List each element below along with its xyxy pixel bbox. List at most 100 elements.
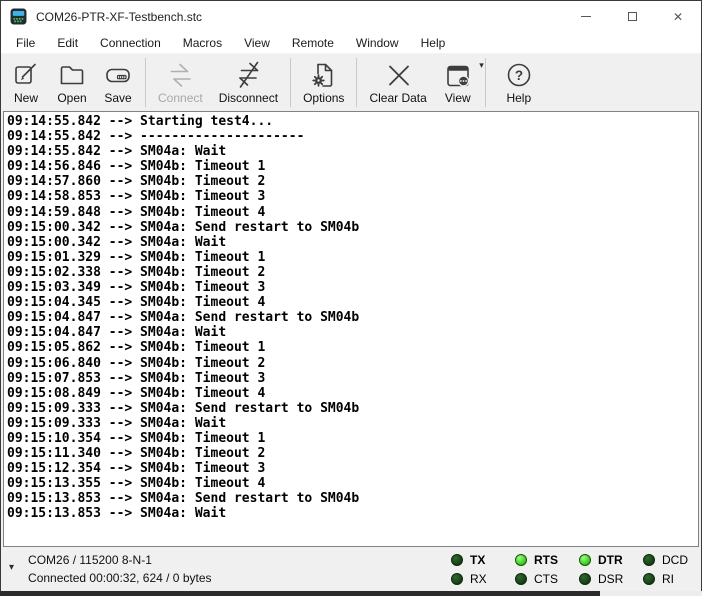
led-indicator-cts	[515, 573, 527, 585]
log-line: 09:15:02.338 --> SM04b: Timeout 2	[7, 265, 698, 280]
save-button-label: Save	[104, 91, 131, 105]
toolbar-separator	[145, 58, 146, 107]
save-drive-icon	[103, 59, 133, 91]
status-expand-icon[interactable]: ▾	[9, 562, 14, 573]
led-grid: TX RX RTS CTS DTR DSR DCD RI	[451, 553, 689, 586]
menu-item-edit[interactable]: Edit	[46, 33, 89, 53]
minimize-button[interactable]	[563, 1, 609, 32]
log-line: 09:14:55.842 --> Starting test4...	[7, 114, 698, 129]
led-indicator-ri	[643, 573, 655, 585]
led-label-rts: RTS	[534, 553, 558, 567]
view-window-icon: ▾	[443, 59, 473, 91]
disconnect-arrows-icon	[233, 59, 263, 91]
disconnect-button-label: Disconnect	[219, 91, 278, 105]
options-gear-document-icon	[309, 59, 339, 91]
log-line: 09:15:07.853 --> SM04b: Timeout 3	[7, 371, 698, 386]
menu-item-macros[interactable]: Macros	[172, 33, 233, 53]
screen: COM26-PTR-XF-Testbench.stc ✕ FileEditCon…	[0, 0, 702, 596]
log-line: 09:15:04.345 --> SM04b: Timeout 4	[7, 295, 698, 310]
clear-data-button[interactable]: Clear Data	[361, 55, 434, 110]
log-line: 09:14:57.860 --> SM04b: Timeout 2	[7, 174, 698, 189]
log-line: 09:14:56.846 --> SM04b: Timeout 1	[7, 159, 698, 174]
new-document-icon	[11, 59, 41, 91]
title-bar[interactable]: COM26-PTR-XF-Testbench.stc ✕	[1, 1, 701, 32]
new-button[interactable]: New	[3, 55, 49, 110]
log-line: 09:15:03.349 --> SM04b: Timeout 3	[7, 280, 698, 295]
log-line: 09:15:00.342 --> SM04a: Send restart to …	[7, 220, 698, 235]
clear-data-button-label: Clear Data	[369, 91, 426, 105]
toolbar-separator	[356, 58, 357, 107]
led-label-tx: TX	[470, 553, 485, 567]
connect-button-label: Connect	[158, 91, 203, 105]
view-button[interactable]: ▾ View	[435, 55, 481, 110]
save-button[interactable]: Save	[95, 55, 141, 110]
log-line: 09:15:13.355 --> SM04b: Timeout 4	[7, 476, 698, 491]
led-label-dsr: DSR	[598, 572, 623, 586]
log-line: 09:15:08.849 --> SM04b: Timeout 4	[7, 386, 698, 401]
minimize-icon	[581, 16, 591, 17]
toolbar: New Open Save	[1, 54, 701, 111]
log-line: 09:15:10.354 --> SM04b: Timeout 1	[7, 431, 698, 446]
led-indicator-tx	[451, 554, 463, 566]
menu-item-view[interactable]: View	[233, 33, 281, 53]
open-button-label: Open	[57, 91, 86, 105]
menu-item-help[interactable]: Help	[410, 33, 457, 53]
led-indicator-dsr	[579, 573, 591, 585]
svg-text:?: ?	[515, 68, 523, 83]
toolbar-separator	[485, 58, 486, 107]
connect-button[interactable]: Connect	[150, 55, 211, 110]
log-line: 09:14:55.842 --> SM04a: Wait	[7, 144, 698, 159]
log-line: 09:14:55.842 --> ---------------------	[7, 129, 698, 144]
connect-arrows-icon	[165, 59, 195, 91]
options-button[interactable]: Options	[295, 55, 352, 110]
close-icon: ✕	[673, 11, 683, 23]
toolbar-separator	[290, 58, 291, 107]
led-dtr: DTR	[579, 553, 625, 567]
maximize-button[interactable]	[609, 1, 655, 32]
maximize-icon	[628, 12, 637, 21]
led-dsr: DSR	[579, 572, 625, 586]
log-line: 09:15:05.862 --> SM04b: Timeout 1	[7, 340, 698, 355]
log-area[interactable]: 09:14:55.842 --> Starting test4...09:14:…	[3, 111, 699, 547]
led-rx: RX	[451, 572, 497, 586]
log-line: 09:15:12.354 --> SM04b: Timeout 3	[7, 461, 698, 476]
led-cts: CTS	[515, 572, 561, 586]
led-indicator-rts	[515, 554, 527, 566]
help-button[interactable]: ? Help	[496, 55, 542, 110]
window-bottom-border	[0, 591, 702, 596]
open-button[interactable]: Open	[49, 55, 95, 110]
clear-x-icon	[383, 59, 413, 91]
view-button-label: View	[445, 91, 471, 105]
menu-bar: FileEditConnectionMacrosViewRemoteWindow…	[1, 32, 701, 54]
led-indicator-rx	[451, 573, 463, 585]
menu-item-connection[interactable]: Connection	[89, 33, 172, 53]
led-label-rx: RX	[470, 572, 487, 586]
led-indicator-dcd	[643, 554, 655, 566]
led-dcd: DCD	[643, 553, 689, 567]
led-ri: RI	[643, 572, 689, 586]
log-line: 09:15:11.340 --> SM04b: Timeout 2	[7, 446, 698, 461]
help-button-label: Help	[506, 91, 531, 105]
status-bar: ▾ COM26 / 115200 8-N-1 Connected 00:00:3…	[1, 547, 701, 591]
log-line: 09:15:13.853 --> SM04a: Send restart to …	[7, 491, 698, 506]
menu-item-file[interactable]: File	[5, 33, 46, 53]
log-line: 09:15:04.847 --> SM04a: Send restart to …	[7, 310, 698, 325]
log-line: 09:14:59.848 --> SM04b: Timeout 4	[7, 205, 698, 220]
led-indicator-dtr	[579, 554, 591, 566]
led-label-ri: RI	[662, 572, 674, 586]
connection-settings-text: COM26 / 115200 8-N-1	[28, 553, 211, 567]
log-line: 09:15:09.333 --> SM04a: Send restart to …	[7, 401, 698, 416]
window-title: COM26-PTR-XF-Testbench.stc	[36, 10, 202, 24]
window-controls: ✕	[563, 1, 701, 32]
led-tx: TX	[451, 553, 497, 567]
options-button-label: Options	[303, 91, 344, 105]
log-line: 09:15:00.342 --> SM04a: Wait	[7, 235, 698, 250]
log-line: 09:15:01.329 --> SM04b: Timeout 1	[7, 250, 698, 265]
log-line: 09:15:06.840 --> SM04b: Timeout 2	[7, 356, 698, 371]
view-dropdown-caret-icon: ▾	[479, 60, 484, 71]
menu-item-remote[interactable]: Remote	[281, 33, 345, 53]
disconnect-button[interactable]: Disconnect	[211, 55, 286, 110]
close-button[interactable]: ✕	[655, 1, 701, 32]
menu-item-window[interactable]: Window	[345, 33, 410, 53]
log-line: 09:14:58.853 --> SM04b: Timeout 3	[7, 189, 698, 204]
